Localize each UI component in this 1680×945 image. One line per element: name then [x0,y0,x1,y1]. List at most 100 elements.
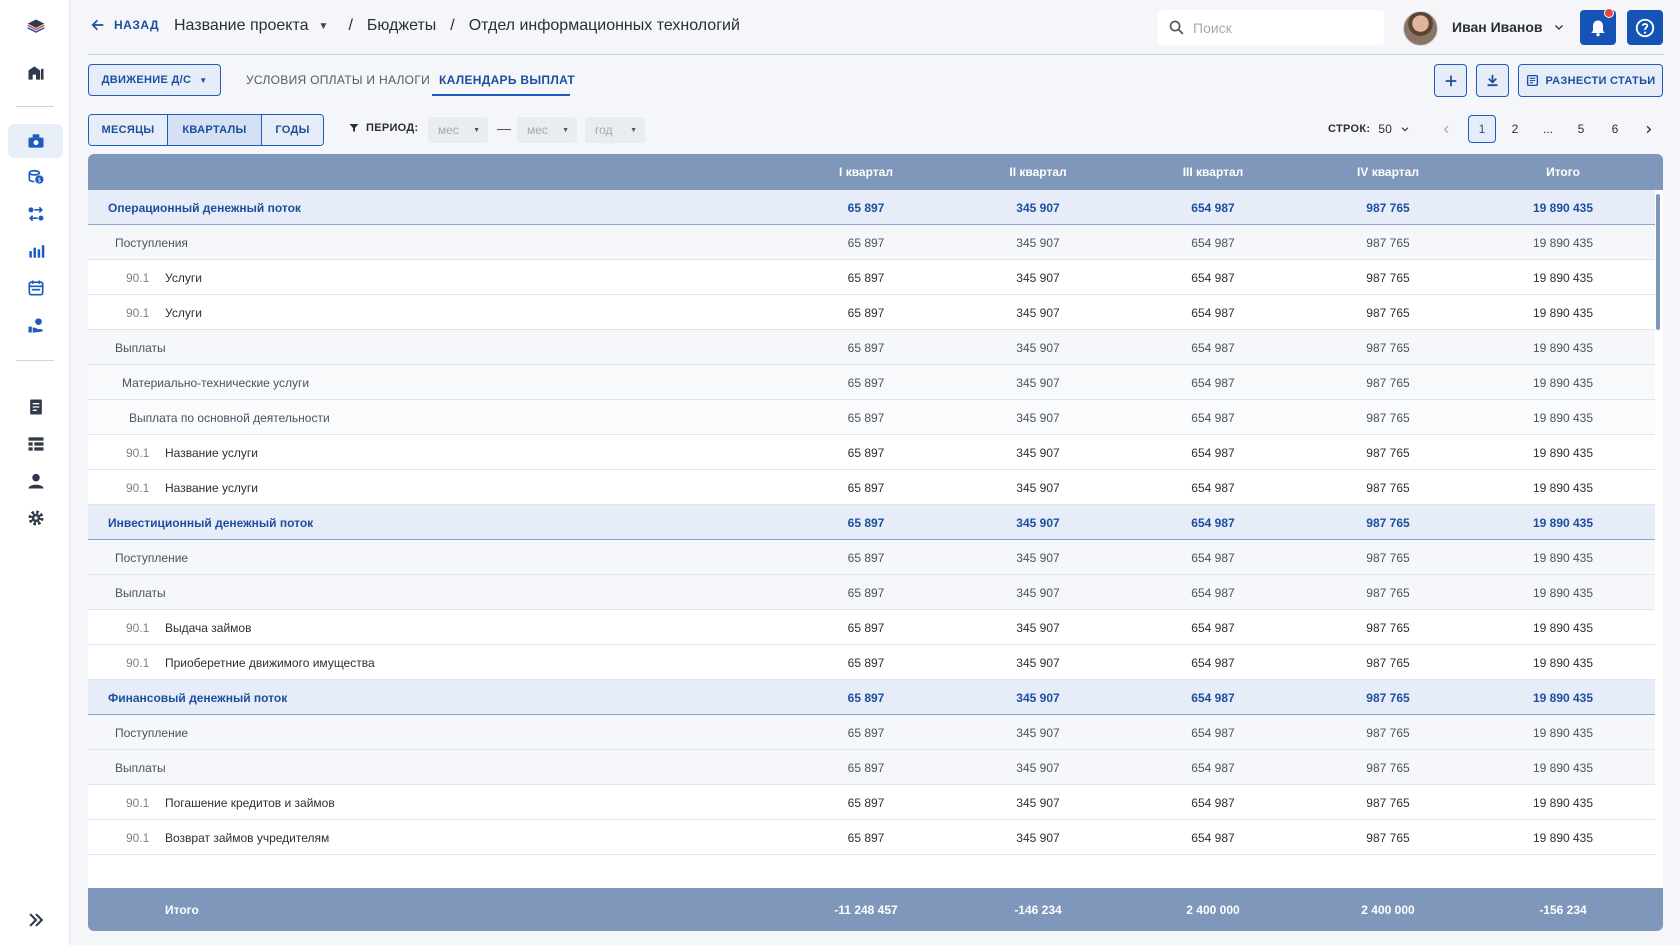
value-cell[interactable]: 654 987 [1143,551,1283,565]
table-row[interactable]: 90.1 Услуги 65 897 345 907 654 987 987 765 19 … [88,260,1655,295]
value-cell[interactable]: 65 897 [796,586,936,600]
caret-down-icon[interactable]: ▼ [319,21,329,32]
value-cell[interactable]: 19 890 435 [1493,271,1633,285]
user-menu[interactable]: Иван Иванов [1452,19,1565,35]
value-cell[interactable]: 654 987 [1143,656,1283,670]
column-header[interactable]: I квартал [796,165,936,179]
value-cell[interactable]: 345 907 [968,726,1108,740]
table-row[interactable]: 90.1 Название услуги 65 897 345 907 654 987 9… [88,470,1655,505]
value-cell[interactable]: 654 987 [1143,446,1283,460]
value-cell[interactable]: 345 907 [968,516,1108,530]
value-cell[interactable]: 345 907 [968,236,1108,250]
prev-page-button[interactable] [1436,115,1456,143]
table-row[interactable]: 90.1 Возврат займов учредителям 65 897 345 … [88,820,1655,855]
breadcrumb-budgets[interactable]: Бюджеты [367,17,436,35]
value-cell[interactable]: 65 897 [796,271,936,285]
value-cell[interactable]: 987 765 [1318,586,1458,600]
value-cell[interactable]: 345 907 [968,761,1108,775]
table-row[interactable]: 90.1 Выдача займов 65 897 345 907 654 987 987… [88,610,1655,645]
help-button[interactable] [1627,10,1663,45]
next-page-button[interactable] [1638,115,1658,143]
value-cell[interactable]: 19 890 435 [1493,306,1633,320]
value-cell[interactable]: 654 987 [1143,376,1283,390]
value-cell[interactable]: 19 890 435 [1493,411,1633,425]
value-cell[interactable]: 987 765 [1318,446,1458,460]
table-scrollbar[interactable] [1656,194,1660,330]
table-row[interactable]: Выплаты 65 897 345 907 654 987 987 765 19 890… [88,575,1655,610]
column-header[interactable]: II квартал [968,165,1108,179]
column-header[interactable]: IV квартал [1318,165,1458,179]
value-cell[interactable]: 65 897 [796,516,936,530]
value-cell[interactable]: 987 765 [1318,271,1458,285]
value-cell[interactable]: 19 890 435 [1493,831,1633,845]
value-cell[interactable]: 654 987 [1143,621,1283,635]
value-cell[interactable]: 987 765 [1318,376,1458,390]
home-icon[interactable] [8,56,63,90]
value-cell[interactable]: 345 907 [968,621,1108,635]
value-cell[interactable]: 65 897 [796,691,936,705]
table-icon[interactable] [8,427,63,461]
value-cell[interactable]: 654 987 [1143,411,1283,425]
payments-icon[interactable] [8,308,63,342]
toggle-years[interactable]: ГОДЫ [262,115,323,145]
avatar[interactable] [1403,11,1438,46]
value-cell[interactable]: 19 890 435 [1493,516,1633,530]
table-group-row[interactable]: Инвестиционный денежный поток 65 897 345 9… [88,505,1655,540]
page-5[interactable]: 5 [1571,115,1591,143]
value-cell[interactable]: 654 987 [1143,481,1283,495]
value-cell[interactable]: 987 765 [1318,831,1458,845]
value-cell[interactable]: 345 907 [968,201,1108,215]
value-cell[interactable]: 654 987 [1143,796,1283,810]
value-cell[interactable]: 19 890 435 [1493,691,1633,705]
value-cell[interactable]: 345 907 [968,271,1108,285]
value-cell[interactable]: 19 890 435 [1493,796,1633,810]
value-cell[interactable]: 987 765 [1318,236,1458,250]
value-cell[interactable]: 654 987 [1143,691,1283,705]
value-cell[interactable]: 65 897 [796,551,936,565]
table-row[interactable]: 90.1 Погашение кредитов и займов 65 897 345… [88,785,1655,820]
value-cell[interactable]: 19 890 435 [1493,656,1633,670]
value-cell[interactable]: 345 907 [968,446,1108,460]
value-cell[interactable]: 987 765 [1318,621,1458,635]
value-cell[interactable]: 987 765 [1318,481,1458,495]
table-row[interactable]: Поступления 65 897 345 907 654 987 987 765 19… [88,225,1655,260]
value-cell[interactable]: 345 907 [968,376,1108,390]
value-cell[interactable]: 345 907 [968,656,1108,670]
value-cell[interactable]: 654 987 [1143,201,1283,215]
budget-icon[interactable] [8,124,63,158]
value-cell[interactable]: 19 890 435 [1493,551,1633,565]
value-cell[interactable]: 65 897 [796,236,936,250]
value-cell[interactable]: 65 897 [796,726,936,740]
value-cell[interactable]: 345 907 [968,306,1108,320]
value-cell[interactable]: 987 765 [1318,411,1458,425]
value-cell[interactable]: 19 890 435 [1493,726,1633,740]
value-cell[interactable]: 345 907 [968,481,1108,495]
value-cell[interactable]: 654 987 [1143,341,1283,355]
table-row[interactable]: Выплаты 65 897 345 907 654 987 987 765 19 890… [88,750,1655,785]
chart-icon[interactable] [8,234,63,268]
value-cell[interactable]: 19 890 435 [1493,481,1633,495]
value-cell[interactable]: 987 765 [1318,201,1458,215]
table-row[interactable]: Выплата по основной деятельности 65 897 34… [88,400,1655,435]
transfer-icon[interactable] [8,197,63,231]
table-row[interactable]: Поступление 65 897 345 907 654 987 987 765 19… [88,715,1655,750]
toggle-months[interactable]: МЕСЯЦЫ [89,115,168,145]
value-cell[interactable]: 19 890 435 [1493,586,1633,600]
value-cell[interactable]: 345 907 [968,551,1108,565]
value-cell[interactable]: 654 987 [1143,516,1283,530]
value-cell[interactable]: 65 897 [796,621,936,635]
value-cell[interactable]: 65 897 [796,796,936,810]
value-cell[interactable]: 987 765 [1318,761,1458,775]
value-cell[interactable]: 19 890 435 [1493,761,1633,775]
calendar-icon[interactable] [8,271,63,305]
value-cell[interactable]: 987 765 [1318,656,1458,670]
value-cell[interactable]: 19 890 435 [1493,621,1633,635]
value-cell[interactable]: 19 890 435 [1493,376,1633,390]
value-cell[interactable]: 987 765 [1318,691,1458,705]
download-button[interactable] [1476,64,1509,97]
period-year-select[interactable]: год ▼ [585,117,645,143]
distribute-items-button[interactable]: РАЗНЕСТИ СТАТЬИ [1518,64,1663,97]
value-cell[interactable]: 345 907 [968,411,1108,425]
user-icon[interactable] [8,464,63,498]
page-6[interactable]: 6 [1605,115,1625,143]
